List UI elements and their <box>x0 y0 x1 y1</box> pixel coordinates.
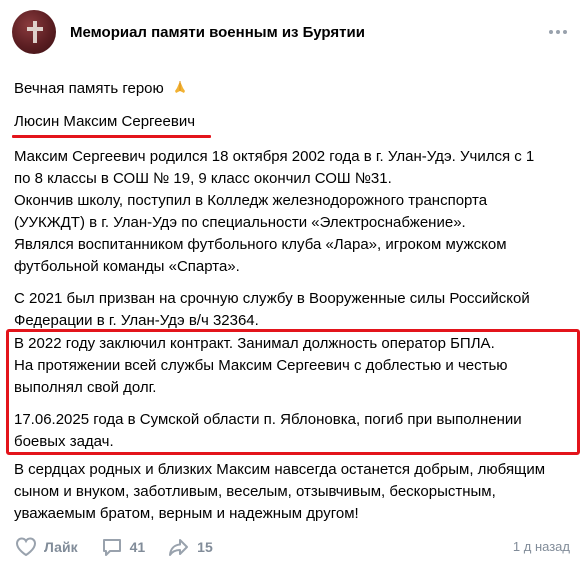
text-line: В сердцах родных и близких Максим навсег… <box>14 461 546 478</box>
heart-icon <box>15 537 37 557</box>
paragraph-service: С 2021 был призван на срочную службу в В… <box>14 288 574 332</box>
like-label: Лайк <box>44 539 78 555</box>
like-button[interactable]: Лайк <box>14 535 78 559</box>
share-icon <box>169 539 189 556</box>
text-line: уважаемым братом, верным и надежным друг… <box>14 505 359 522</box>
text-line: На протяжении всей службы Максим Сергеев… <box>14 357 508 374</box>
more-options-button[interactable] <box>547 22 569 42</box>
text-line: 17.06.2025 года в Сумской области п. Ябл… <box>14 411 522 428</box>
text-line: С 2021 был призван на срочную службу в В… <box>14 290 530 307</box>
comments-count: 41 <box>129 539 146 555</box>
shares-count: 15 <box>197 539 213 555</box>
comment-icon <box>102 539 121 556</box>
text-line: выполнял свой долг. <box>14 379 157 396</box>
text-line: по 8 классы в СОШ № 19, 9 класс окончил … <box>14 170 392 187</box>
hero-name-text: Люсин Максим Сергеевич <box>14 113 196 130</box>
text-line: (УУКЖДТ) в г. Улан-Удэ по специальности … <box>14 214 466 231</box>
comment-button[interactable]: 41 <box>100 535 146 559</box>
post-actions: Лайк 41 15 1 д назад <box>14 534 574 560</box>
share-button[interactable]: 15 <box>167 535 213 559</box>
post-header: Мемориал памяти военным из Бурятии <box>12 10 573 54</box>
paragraph-biography: Максим Сергеевич родился 18 октября 2002… <box>14 146 574 278</box>
group-name[interactable]: Мемориал памяти военным из Бурятии <box>70 24 365 41</box>
red-underline <box>12 135 212 138</box>
paragraph-death: 17.06.2025 года в Сумской области п. Ябл… <box>14 409 570 453</box>
text-line: Окончив школу, поступил в Колледж железн… <box>14 192 488 209</box>
text-line: Максим Сергеевич родился 18 октября 2002… <box>14 148 535 165</box>
text-line: футбольной команды «Спарта». <box>14 258 240 275</box>
text-line: Являлся воспитанником футбольного клуба … <box>14 236 507 253</box>
intro-line: Вечная память герою <box>14 78 574 100</box>
post-timestamp[interactable]: 1 д назад <box>513 539 570 554</box>
text-line: сыном и внуком, заботливым, веселым, отз… <box>14 483 496 500</box>
intro-text: Вечная память герою <box>14 80 164 97</box>
post-text: Вечная память герою Люсин Максим Сергеев… <box>12 72 574 332</box>
group-avatar[interactable] <box>12 10 56 54</box>
text-line: боевых задач. <box>14 433 114 450</box>
paragraph-memory: В сердцах родных и близких Максим навсег… <box>14 459 574 525</box>
memorial-cross-icon <box>27 21 43 43</box>
hero-name: Люсин Максим Сергеевич <box>12 111 212 138</box>
highlighted-text: В 2022 году заключил контракт. Занимал д… <box>14 333 570 453</box>
folded-hands-emoji-icon <box>174 81 185 93</box>
paragraph-contract: В 2022 году заключил контракт. Занимал д… <box>14 333 570 399</box>
more-dots-icon <box>549 30 553 34</box>
text-line: В 2022 году заключил контракт. Занимал д… <box>14 335 495 352</box>
